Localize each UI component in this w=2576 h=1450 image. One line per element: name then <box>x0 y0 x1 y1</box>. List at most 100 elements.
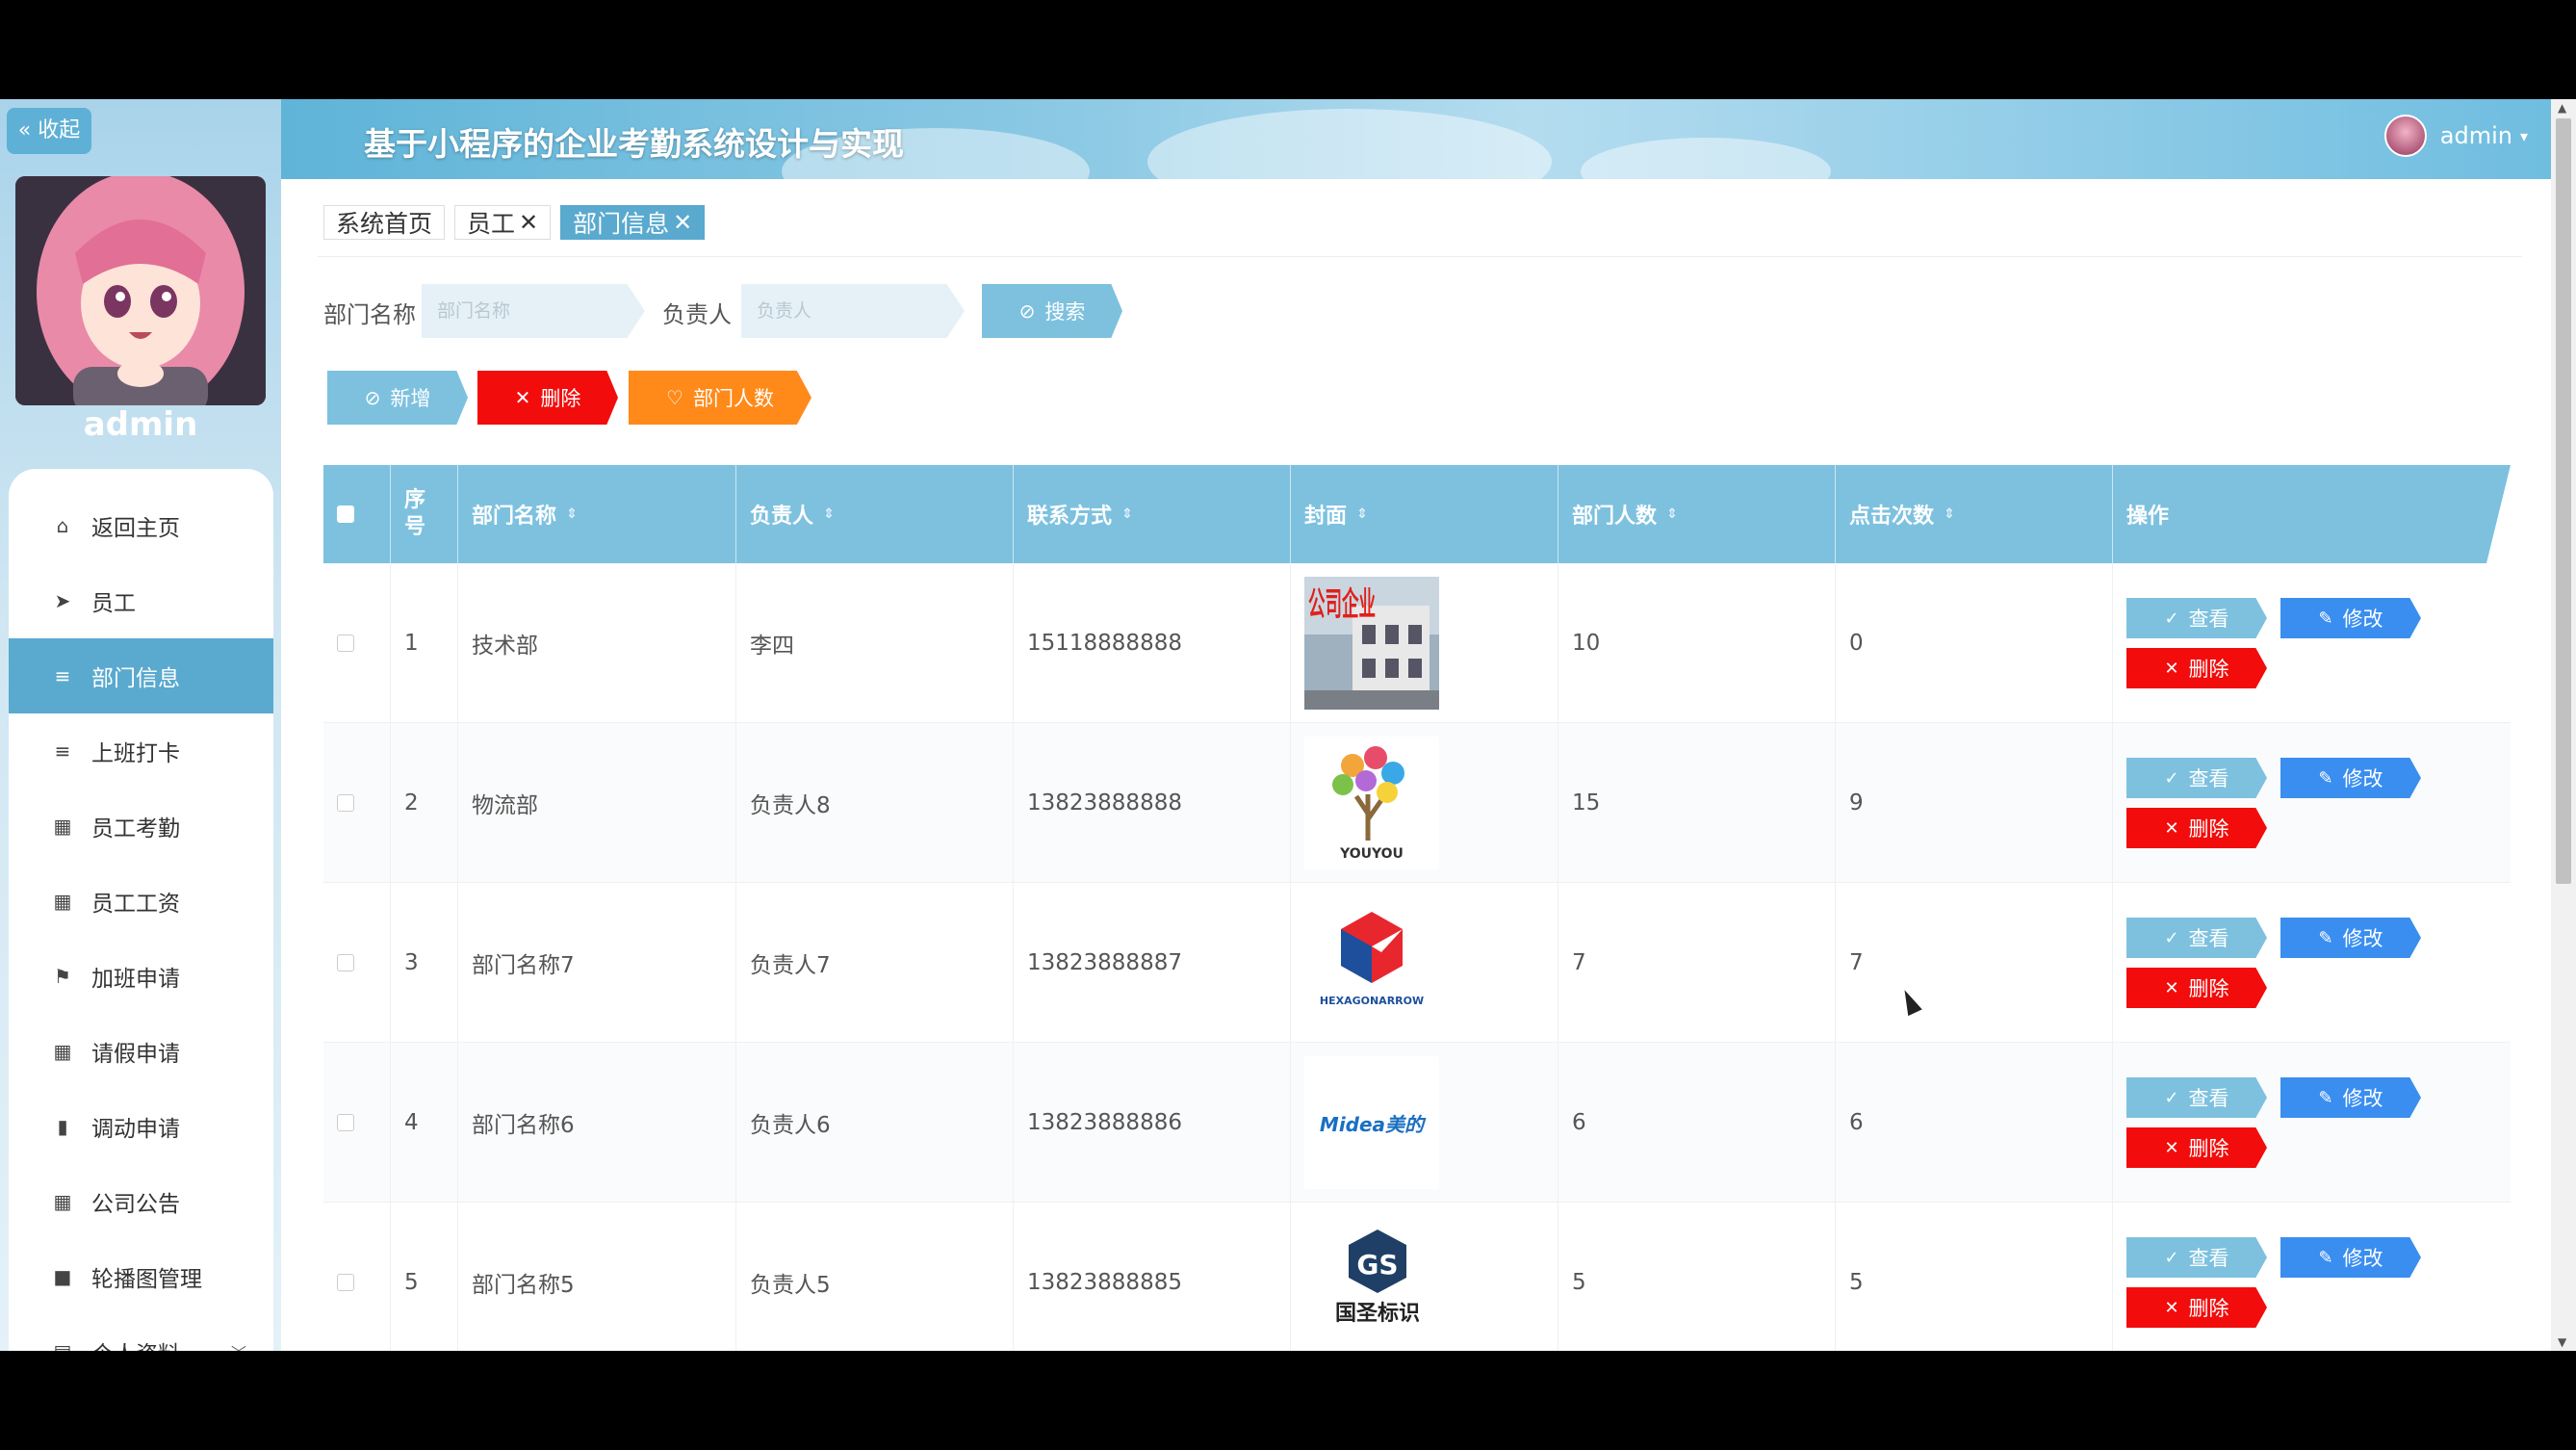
select-all-checkbox[interactable] <box>337 505 354 523</box>
sidebar-item-department[interactable]: ≡ 部门信息 <box>9 638 273 713</box>
sort-icon[interactable]: ⇕ <box>1944 506 1955 522</box>
view-button[interactable]: ✓ 查看 <box>2126 1237 2267 1278</box>
app-title: 基于小程序的企业考勤系统设计与实现 <box>364 125 904 163</box>
bar-chart-icon: ▮ <box>57 1115 68 1138</box>
header-index: 序号 <box>391 465 458 563</box>
cover-image[interactable]: HEXAGONARROW <box>1304 896 1439 1029</box>
sort-icon[interactable]: ⇕ <box>1666 506 1678 522</box>
sidebar-item-salary[interactable]: ▦ 员工工资 <box>9 864 273 939</box>
row-delete-button[interactable]: ✕ 删除 <box>2126 808 2267 848</box>
header-count[interactable]: 部门人数 ⇕ <box>1558 465 1836 563</box>
cover-image[interactable]: Midea美的 <box>1304 1056 1439 1189</box>
sidebar-item-home[interactable]: ⌂ 返回主页 <box>9 488 273 563</box>
tab-label: 员工 <box>467 210 516 238</box>
cover-image[interactable]: GS 国圣标识 <box>1304 1216 1439 1349</box>
header-leader[interactable]: 负责人 ⇕ <box>736 465 1014 563</box>
cell-index: 5 <box>391 1203 458 1351</box>
sort-icon[interactable]: ⇕ <box>1121 506 1133 522</box>
close-icon[interactable]: ✕ <box>673 209 692 236</box>
view-button-label: 查看 <box>2188 1247 2229 1270</box>
sidebar-item-profile[interactable]: ▤ 个人资料 ﹀ <box>9 1314 273 1351</box>
close-icon[interactable]: ✕ <box>519 209 538 236</box>
header-leader-label: 负责人 <box>750 505 814 529</box>
page-scrollbar[interactable]: ▲ ▼ <box>2551 99 2576 1351</box>
app-window: « 收起 admin ⌂ 返回主页 ➤ 员工 ≡ 部门信息 ≡ 上班打卡 ▦ 员… <box>0 99 2576 1351</box>
edit-button[interactable]: ✎ 修改 <box>2280 758 2421 798</box>
scroll-up-icon[interactable]: ▲ <box>2558 101 2566 115</box>
tab-label: 部门信息 <box>573 210 670 238</box>
row-checkbox[interactable] <box>337 634 354 652</box>
edit-button[interactable]: ✎ 修改 <box>2280 1077 2421 1118</box>
sidebar-item-employee[interactable]: ➤ 员工 <box>9 563 273 638</box>
tab-home[interactable]: 系统首页 <box>323 205 446 240</box>
sort-icon[interactable]: ⇕ <box>1356 506 1368 522</box>
row-delete-button-label: 删除 <box>2188 977 2229 1000</box>
leader-input[interactable] <box>741 284 965 338</box>
row-delete-button[interactable]: ✕ 删除 <box>2126 968 2267 1008</box>
scroll-down-icon[interactable]: ▼ <box>2558 1335 2566 1349</box>
leader-label: 负责人 <box>662 301 732 328</box>
cell-cover: YOUYOU <box>1291 723 1558 883</box>
sidebar-item-transfer[interactable]: ▮ 调动申请 <box>9 1089 273 1164</box>
check-icon: ✓ <box>2164 608 2179 629</box>
cell-name: 部门名称6 <box>458 1043 736 1203</box>
table-row: 4 部门名称6 负责人6 13823888886 Midea美的 6 6 ✓ 查看… <box>323 1043 2511 1203</box>
dept-count-button[interactable]: ♡ 部门人数 <box>629 371 811 425</box>
grid-icon: ▦ <box>53 1040 72 1063</box>
sidebar-item-leave[interactable]: ▦ 请假申请 <box>9 1014 273 1089</box>
header-name[interactable]: 部门名称 ⇕ <box>458 465 736 563</box>
edit-button[interactable]: ✎ 修改 <box>2280 918 2421 958</box>
row-delete-button-label: 删除 <box>2188 817 2229 841</box>
row-delete-button[interactable]: ✕ 删除 <box>2126 1287 2267 1328</box>
row-checkbox[interactable] <box>337 794 354 812</box>
sidebar-username: admin <box>83 405 198 444</box>
tab-department[interactable]: 部门信息 ✕ <box>560 205 706 240</box>
delete-button-label: 删除 <box>540 387 581 410</box>
search-button[interactable]: ⊘ 搜索 <box>982 284 1122 338</box>
edit-button[interactable]: ✎ 修改 <box>2280 598 2421 638</box>
header-index-label: 序号 <box>404 488 426 539</box>
sidebar-item-overtime[interactable]: ⚑ 加班申请 <box>9 939 273 1014</box>
view-button[interactable]: ✓ 查看 <box>2126 758 2267 798</box>
edit-button[interactable]: ✎ 修改 <box>2280 1237 2421 1278</box>
cover-image[interactable]: YOUYOU <box>1304 737 1439 869</box>
collapse-button[interactable]: « 收起 <box>7 108 91 154</box>
add-button[interactable]: ⊘ 新增 <box>327 371 468 425</box>
grid-icon: ▦ <box>53 1190 72 1213</box>
sidebar-item-checkin[interactable]: ≡ 上班打卡 <box>9 713 273 789</box>
view-button[interactable]: ✓ 查看 <box>2126 918 2267 958</box>
scroll-thumb[interactable] <box>2556 118 2571 884</box>
sidebar-item-carousel[interactable]: ■ 轮播图管理 <box>9 1239 273 1314</box>
sort-icon[interactable]: ⇕ <box>566 506 578 522</box>
check-icon: ✓ <box>2164 1087 2179 1108</box>
tab-employee[interactable]: 员工 ✕ <box>454 205 552 240</box>
view-button[interactable]: ✓ 查看 <box>2126 598 2267 638</box>
user-menu[interactable]: admin ▾ <box>2383 115 2528 157</box>
view-button-label: 查看 <box>2188 927 2229 950</box>
sidebar-item-announcement[interactable]: ▦ 公司公告 <box>9 1164 273 1239</box>
cell-contact: 13823888887 <box>1014 883 1291 1043</box>
cover-image[interactable]: 公司企业 <box>1304 577 1439 710</box>
header-cover-label: 封面 <box>1304 505 1348 529</box>
row-checkbox[interactable] <box>337 1274 354 1291</box>
sidebar-item-attendance[interactable]: ▦ 员工考勤 <box>9 789 273 864</box>
view-button[interactable]: ✓ 查看 <box>2126 1077 2267 1118</box>
header-cover[interactable]: 封面 ⇕ <box>1291 465 1558 563</box>
header-clicks[interactable]: 点击次数 ⇕ <box>1836 465 2113 563</box>
close-icon: ✕ <box>514 386 531 409</box>
delete-button[interactable]: ✕ 删除 <box>477 371 618 425</box>
close-icon: ✕ <box>2164 817 2179 839</box>
row-delete-button[interactable]: ✕ 删除 <box>2126 1127 2267 1168</box>
row-checkbox[interactable] <box>337 1114 354 1131</box>
dept-name-input[interactable] <box>422 284 645 338</box>
row-delete-button[interactable]: ✕ 删除 <box>2126 648 2267 688</box>
table-row: 2 物流部 负责人8 13823888888 YOUYOU 15 9 ✓ 查看 ✎… <box>323 723 2511 883</box>
flag-icon: ⚑ <box>54 965 71 988</box>
header-ops: 操作 <box>2113 465 2511 563</box>
header-contact[interactable]: 联系方式 ⇕ <box>1014 465 1291 563</box>
row-checkbox[interactable] <box>337 954 354 971</box>
close-icon: ✕ <box>2164 977 2179 998</box>
sort-icon[interactable]: ⇕ <box>823 506 835 522</box>
top-header: 基于小程序的企业考勤系统设计与实现 admin ▾ <box>281 99 2551 179</box>
row-select-cell <box>323 883 391 1043</box>
